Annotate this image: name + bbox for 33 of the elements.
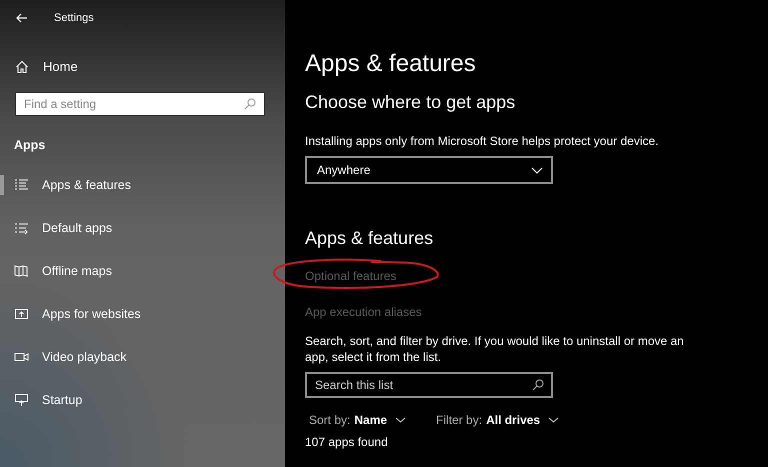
nav-item[interactable]: Apps for websites — [0, 304, 141, 324]
home-icon — [15, 60, 29, 74]
search-icon — [244, 98, 256, 110]
back-arrow-icon[interactable] — [16, 13, 28, 23]
description-text: Search, sort, and filter by drive. If you would like to uninstall or move an app, select it from the list. — [305, 333, 685, 365]
nav-item[interactable]: Video playback — [0, 347, 127, 367]
monitor-icon — [14, 393, 29, 407]
chevron-down-icon — [548, 417, 560, 423]
list-arrow-icon — [14, 221, 29, 235]
sort-dropdown[interactable]: Sort by: Name — [309, 413, 406, 427]
chevron-down-icon — [531, 166, 543, 174]
window-title: Settings — [54, 12, 94, 24]
list-icon — [14, 178, 29, 192]
page-title: Apps & features — [305, 50, 476, 78]
chevron-down-icon — [395, 417, 406, 423]
nav-item[interactable]: Apps & features — [0, 175, 131, 195]
search-icon — [532, 379, 544, 391]
section-heading: Apps — [14, 138, 46, 152]
source-dropdown[interactable]: Anywhere — [305, 156, 553, 184]
home-link[interactable]: Home — [15, 59, 78, 74]
nav-item[interactable]: Offline maps — [0, 261, 112, 281]
camera-icon — [14, 350, 29, 364]
section-heading: Apps & features — [305, 228, 434, 249]
filter-dropdown[interactable]: Filter by: All drives — [436, 413, 560, 427]
nav-item[interactable]: Startup — [0, 390, 82, 410]
search-field[interactable]: Search this list — [305, 372, 553, 398]
map-icon — [14, 264, 29, 278]
section-heading: Choose where to get apps — [305, 92, 516, 113]
apps-count: 107 apps found — [305, 435, 388, 449]
upload-box-icon — [14, 307, 29, 321]
search-field[interactable]: Find a setting — [15, 92, 265, 116]
nav-item[interactable]: Default apps — [0, 218, 112, 238]
description-text: Installing apps only from Microsoft Store helps protect your device. — [305, 133, 658, 149]
